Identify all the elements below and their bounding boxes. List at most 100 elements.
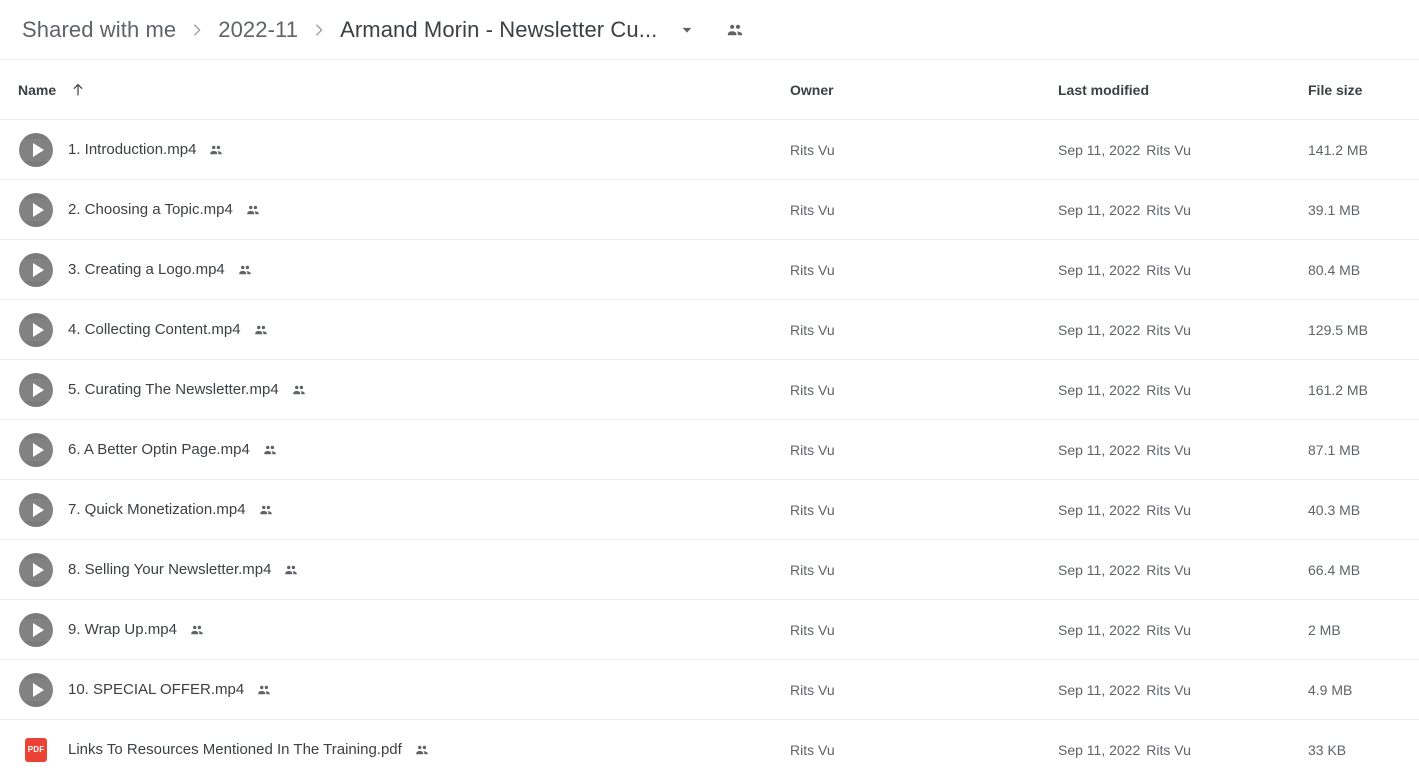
video-thumbnail	[19, 132, 53, 167]
file-name-label: 10. SPECIAL OFFER.mp4	[68, 681, 245, 698]
file-name-cell[interactable]: PDF Links To Resources Mentioned In The T…	[0, 732, 790, 768]
play-icon	[32, 562, 44, 577]
file-owner: Rits Vu	[790, 741, 835, 758]
file-last-modified: Sep 11, 2022 Rits Vu	[1058, 202, 1308, 218]
video-thumbnail	[19, 612, 53, 647]
chevron-right-icon	[302, 21, 336, 39]
table-row[interactable]: 4. Collecting Content.mp4 Rits Vu Sep 11, …	[0, 300, 1419, 360]
last-modified-date: Sep 11, 2022	[1058, 621, 1141, 638]
last-modified-date: Sep 11, 2022	[1058, 261, 1141, 278]
video-thumbnail	[19, 492, 53, 527]
file-name-label: 8. Selling Your Newsletter.mp4	[68, 561, 272, 578]
file-last-modified: Sep 11, 2022 Rits Vu	[1058, 322, 1308, 338]
chevron-down-icon[interactable]	[673, 16, 701, 44]
last-modified-by: Rits Vu	[1146, 381, 1191, 398]
video-thumbnail-icon	[18, 312, 54, 348]
last-modified-date: Sep 11, 2022	[1058, 681, 1141, 698]
file-size: 80.4 MB	[1308, 261, 1361, 278]
file-name-cell[interactable]: 10. SPECIAL OFFER.mp4	[0, 672, 790, 708]
last-modified-by: Rits Vu	[1146, 681, 1191, 698]
video-thumbnail	[19, 372, 53, 407]
people-icon[interactable]	[721, 16, 749, 44]
video-thumbnail-icon	[18, 252, 54, 288]
column-header-name-label[interactable]: Name	[18, 82, 56, 98]
table-row[interactable]: 6. A Better Optin Page.mp4 Rits Vu Sep 11,…	[0, 420, 1419, 480]
file-owner: Rits Vu	[790, 621, 835, 638]
file-name-cell[interactable]: 6. A Better Optin Page.mp4	[0, 432, 790, 468]
file-size: 4.9 MB	[1308, 681, 1353, 698]
video-thumbnail-icon	[18, 132, 54, 168]
video-thumbnail-icon	[18, 372, 54, 408]
file-owner: Rits Vu	[790, 381, 835, 398]
column-header-name[interactable]: Name	[0, 82, 790, 98]
video-thumbnail-icon	[18, 192, 54, 228]
file-name-cell[interactable]: 1. Introduction.mp4	[0, 132, 790, 168]
table-row[interactable]: 1. Introduction.mp4 Rits Vu Sep 11, 2022 Ri…	[0, 120, 1419, 180]
last-modified-date: Sep 11, 2022	[1058, 501, 1141, 518]
file-name-label: 1. Introduction.mp4	[68, 141, 197, 158]
video-thumbnail-icon	[18, 552, 54, 588]
breadcrumb-item-1[interactable]: Shared with me	[18, 15, 180, 45]
breadcrumb-item-3[interactable]: Armand Morin - Newsletter Cu...	[336, 15, 661, 45]
arrow-up-icon[interactable]	[70, 82, 86, 98]
table-row[interactable]: 5. Curating The Newsletter.mp4 Rits Vu Sep…	[0, 360, 1419, 420]
file-last-modified: Sep 11, 2022 Rits Vu	[1058, 742, 1308, 758]
column-header-last-modified[interactable]: Last modified	[1058, 82, 1308, 98]
people-icon	[283, 562, 299, 578]
people-icon	[414, 742, 430, 758]
table-row[interactable]: 9. Wrap Up.mp4 Rits Vu Sep 11, 2022 Rits Vu…	[0, 600, 1419, 660]
last-modified-by: Rits Vu	[1146, 141, 1191, 158]
file-last-modified: Sep 11, 2022 Rits Vu	[1058, 502, 1308, 518]
file-last-modified: Sep 11, 2022 Rits Vu	[1058, 562, 1308, 578]
play-icon	[32, 382, 44, 397]
file-size: 2 MB	[1308, 621, 1341, 638]
last-modified-by: Rits Vu	[1146, 561, 1191, 578]
file-owner: Rits Vu	[790, 501, 835, 518]
file-name-label: 9. Wrap Up.mp4	[68, 621, 177, 638]
table-row[interactable]: 10. SPECIAL OFFER.mp4 Rits Vu Sep 11, 2022…	[0, 660, 1419, 720]
video-thumbnail	[19, 672, 53, 707]
file-name-cell[interactable]: 8. Selling Your Newsletter.mp4	[0, 552, 790, 588]
column-header-owner[interactable]: Owner	[790, 82, 1058, 98]
people-icon	[258, 502, 274, 518]
file-size: 129.5 MB	[1308, 321, 1368, 338]
last-modified-date: Sep 11, 2022	[1058, 201, 1141, 218]
file-list-column-headers: Name Owner Last modified File size	[0, 60, 1419, 120]
last-modified-by: Rits Vu	[1146, 441, 1191, 458]
video-thumbnail	[19, 552, 53, 587]
table-row[interactable]: 2. Choosing a Topic.mp4 Rits Vu Sep 11, 20…	[0, 180, 1419, 240]
last-modified-date: Sep 11, 2022	[1058, 441, 1141, 458]
file-size: 39.1 MB	[1308, 201, 1361, 218]
play-icon	[32, 262, 44, 277]
table-row[interactable]: 8. Selling Your Newsletter.mp4 Rits Vu Sep…	[0, 540, 1419, 600]
file-name-cell[interactable]: 2. Choosing a Topic.mp4	[0, 192, 790, 228]
breadcrumb-item-2[interactable]: 2022-11	[214, 15, 302, 45]
file-size: 33 KB	[1308, 741, 1347, 758]
last-modified-by: Rits Vu	[1146, 201, 1191, 218]
file-name-label: 3. Creating a Logo.mp4	[68, 261, 225, 278]
people-icon	[245, 202, 261, 218]
file-name-cell[interactable]: 5. Curating The Newsletter.mp4	[0, 372, 790, 408]
last-modified-date: Sep 11, 2022	[1058, 741, 1141, 758]
table-row[interactable]: 3. Creating a Logo.mp4 Rits Vu Sep 11, 202…	[0, 240, 1419, 300]
table-row[interactable]: 7. Quick Monetization.mp4 Rits Vu Sep 11, …	[0, 480, 1419, 540]
play-icon	[32, 502, 44, 517]
file-name-cell[interactable]: 7. Quick Monetization.mp4	[0, 492, 790, 528]
file-size: 161.2 MB	[1308, 381, 1368, 398]
video-thumbnail	[19, 192, 53, 227]
file-size: 66.4 MB	[1308, 561, 1361, 578]
column-header-file-size[interactable]: File size	[1308, 82, 1419, 98]
video-thumbnail-icon	[18, 612, 54, 648]
file-owner: Rits Vu	[790, 321, 835, 338]
file-size: 40.3 MB	[1308, 501, 1361, 518]
file-name-label: 4. Collecting Content.mp4	[68, 321, 241, 338]
video-thumbnail-icon	[18, 672, 54, 708]
file-name-label: 6. A Better Optin Page.mp4	[68, 441, 250, 458]
table-row[interactable]: PDF Links To Resources Mentioned In The T…	[0, 720, 1419, 774]
file-name-cell[interactable]: 4. Collecting Content.mp4	[0, 312, 790, 348]
video-thumbnail-icon	[18, 432, 54, 468]
file-name-cell[interactable]: 3. Creating a Logo.mp4	[0, 252, 790, 288]
play-icon	[32, 142, 44, 157]
file-name-cell[interactable]: 9. Wrap Up.mp4	[0, 612, 790, 648]
file-owner: Rits Vu	[790, 561, 835, 578]
